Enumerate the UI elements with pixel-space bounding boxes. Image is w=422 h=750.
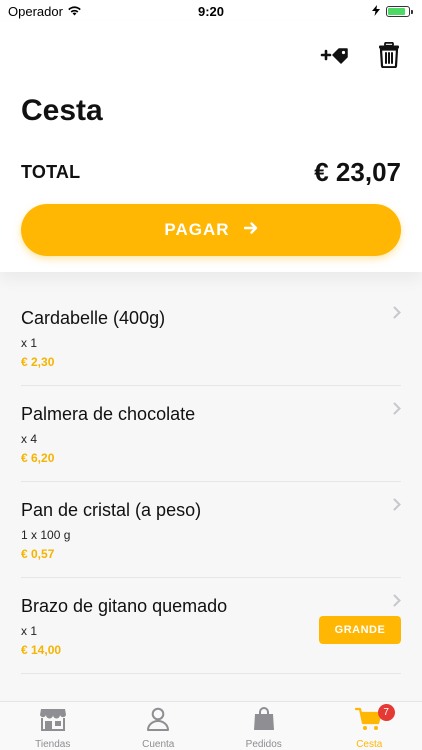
add-coupon-button[interactable] [320, 45, 350, 70]
arrow-right-icon [243, 220, 258, 240]
pay-button[interactable]: PAGAR [21, 204, 401, 256]
chevron-right-icon [393, 402, 401, 420]
wifi-icon [67, 4, 82, 19]
item-price: € 6,20 [21, 451, 55, 465]
item-quantity: 1 x 100 g [21, 528, 71, 542]
charging-icon [372, 4, 380, 19]
chevron-right-icon [393, 594, 401, 612]
item-name: Brazo de gitano quemado [21, 596, 228, 616]
status-bar: Operador 9:20 [0, 0, 422, 22]
total-row: TOTAL € 23,07 [21, 157, 401, 188]
tab-label: Pedidos [245, 739, 282, 750]
cart-count-badge: 7 [377, 704, 395, 721]
cart-item[interactable]: Palmera de chocolate x 4 € 6,20 [21, 386, 401, 482]
carrier-label: Operador [8, 3, 63, 19]
status-right [372, 4, 413, 19]
status-left: Operador [8, 4, 82, 19]
tab-cesta[interactable]: 7 Cesta [317, 702, 422, 750]
header-actions [320, 41, 400, 73]
cart-item[interactable]: Pan de cristal (a peso) 1 x 100 g € 0,57 [21, 482, 401, 578]
size-badge[interactable]: GRANDE [319, 616, 401, 644]
tab-label: Cuenta [142, 739, 175, 750]
item-name: Palmera de chocolate [21, 404, 196, 424]
item-price: € 0,57 [21, 547, 55, 561]
item-quantity: x 1 [21, 336, 38, 350]
bag-icon [253, 707, 275, 736]
trash-icon [378, 41, 400, 73]
tab-cuenta[interactable]: Cuenta [106, 702, 212, 750]
store-icon [39, 707, 67, 736]
total-value: € 23,07 [314, 157, 401, 187]
chevron-right-icon [393, 498, 401, 516]
total-label: TOTAL [21, 162, 81, 182]
chevron-right-icon [393, 306, 401, 324]
item-price: € 2,30 [21, 355, 55, 369]
user-icon [146, 707, 170, 736]
item-name: Pan de cristal (a peso) [21, 500, 202, 520]
battery-icon [386, 5, 413, 17]
pay-button-label: PAGAR [164, 220, 230, 239]
cart-header: Cesta TOTAL € 23,07 PAGAR [0, 22, 422, 272]
item-price: € 14,00 [21, 643, 62, 657]
page-title: Cesta [21, 94, 103, 127]
item-quantity: x 1 [21, 624, 38, 638]
cart-item[interactable]: Brazo de gitano quemado x 1 € 14,00 GRAN… [21, 578, 401, 674]
tab-tiendas[interactable]: Tiendas [0, 702, 106, 750]
item-name: Cardabelle (400g) [21, 308, 166, 328]
cart-item[interactable]: Cardabelle (400g) x 1 € 2,30 [21, 290, 401, 386]
tab-label: Tiendas [35, 739, 71, 750]
item-quantity: x 4 [21, 432, 38, 446]
cart-list: Cardabelle (400g) x 1 € 2,30 Palmera de … [0, 290, 422, 674]
tab-bar: Tiendas Cuenta Pedidos 7 Cesta [0, 701, 422, 750]
battery-fill [388, 7, 405, 15]
delete-cart-button[interactable] [378, 41, 400, 73]
tab-label: Cesta [356, 739, 383, 750]
add-coupon-icon [320, 45, 350, 70]
tab-pedidos[interactable]: Pedidos [211, 702, 317, 750]
